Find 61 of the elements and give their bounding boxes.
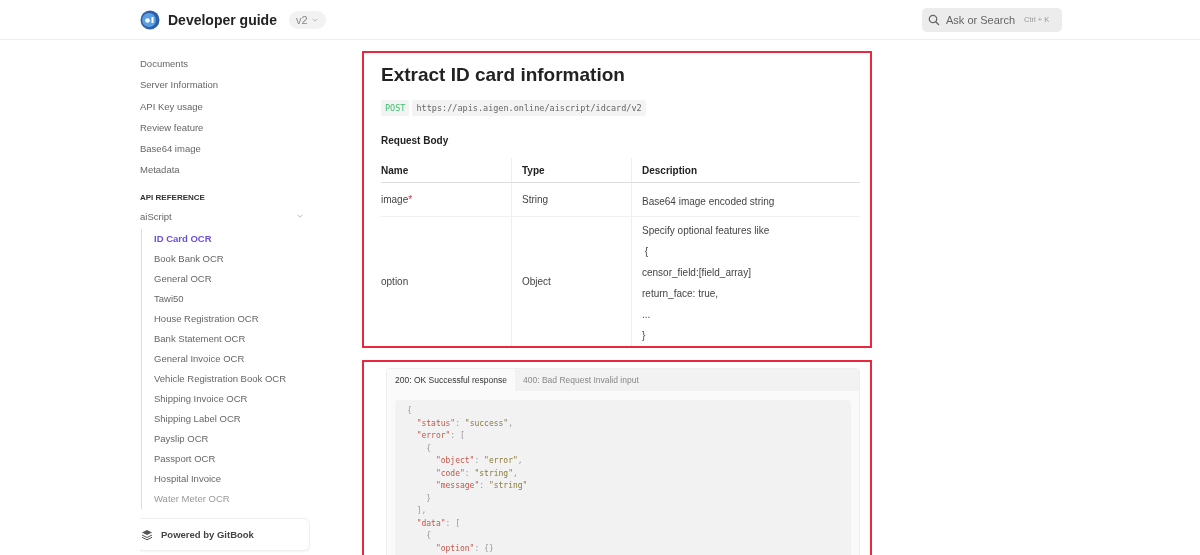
code-line: { bbox=[407, 405, 413, 417]
code-line: } bbox=[425, 492, 433, 505]
page-heading: Extract ID card information bbox=[381, 64, 626, 86]
response-tab[interactable]: 400: Bad Request Invalid input bbox=[515, 369, 647, 391]
table-cell: Object bbox=[511, 217, 631, 346]
sidebar-item[interactable]: ID Card OCR bbox=[154, 229, 310, 250]
code-line: "status": "success", bbox=[415, 417, 514, 430]
search-field[interactable]: Ask or Search bbox=[946, 10, 1018, 29]
sidebar-item[interactable]: Book Bank OCR bbox=[154, 249, 310, 270]
sidebar-item[interactable]: Passport OCR bbox=[154, 449, 310, 470]
code-line: { bbox=[425, 442, 433, 455]
sidebar-group[interactable]: aiScript bbox=[140, 205, 310, 228]
description-text: Specify optional features like bbox=[642, 224, 770, 238]
description-text: return_face: true, bbox=[642, 287, 719, 301]
sidebar-item[interactable]: Vehicle Registration Book OCR bbox=[154, 369, 310, 390]
code-line: { bbox=[425, 530, 433, 542]
stack-icon bbox=[141, 528, 153, 541]
code-line: "data": [ bbox=[415, 517, 461, 530]
sidebar-item[interactable]: Hospital Invoice bbox=[154, 469, 310, 490]
sidebar-item[interactable]: Shipping Invoice OCR bbox=[154, 389, 310, 410]
column-header: Description bbox=[631, 158, 860, 183]
sidebar-item[interactable]: Payslip OCR bbox=[154, 429, 310, 450]
code-line: "option": {} bbox=[434, 542, 495, 555]
chevron-icon bbox=[296, 212, 304, 221]
sidebar-item[interactable]: Server Information bbox=[140, 74, 310, 96]
search-icon bbox=[928, 13, 940, 26]
description-text: } bbox=[642, 329, 646, 343]
method-badge: POST bbox=[381, 100, 410, 116]
sidebar-item[interactable]: General Invoice OCR bbox=[154, 349, 310, 370]
code-line: "object": "error", bbox=[434, 455, 524, 467]
sidebar-item[interactable]: Shipping Label OCR bbox=[154, 409, 310, 430]
section-heading: API REFERENCE bbox=[140, 191, 206, 204]
section-title: Request Body bbox=[381, 135, 450, 146]
sidebar-item[interactable]: API Key usage bbox=[140, 95, 310, 117]
table-cell: option bbox=[381, 217, 511, 346]
sidebar-item[interactable]: Tawi50 bbox=[154, 289, 310, 310]
sidebar-item[interactable]: Metadata bbox=[140, 159, 310, 181]
code-line: ], bbox=[415, 505, 428, 517]
sidebar-item[interactable]: General OCR bbox=[154, 269, 310, 290]
column-header: Name bbox=[381, 158, 511, 183]
response-tab[interactable]: 200: OK Successful response bbox=[387, 369, 515, 391]
table-cell: String bbox=[511, 183, 631, 217]
sidebar-item[interactable]: Base64 image bbox=[140, 138, 310, 160]
description-text: censor_field:[field_array] bbox=[642, 266, 751, 280]
description-text: ... bbox=[642, 308, 651, 322]
endpoint-url: https://apis.aigen.online/aiscript/idcard/v2 bbox=[412, 100, 646, 116]
sidebar-item[interactable]: Review feature bbox=[140, 116, 310, 139]
logo-icon[interactable] bbox=[140, 9, 160, 30]
code-line: "message": "string" bbox=[434, 480, 529, 492]
code-line: "error": [ bbox=[415, 430, 466, 442]
description-text: Base64 image encoded string bbox=[642, 194, 775, 209]
powered-by-badge[interactable]: Powered by GitBook bbox=[140, 518, 310, 551]
version-dropdown[interactable]: v2 bbox=[288, 10, 326, 29]
description-text: { bbox=[643, 245, 649, 259]
sidebar-item[interactable]: Bank Statement OCR bbox=[154, 329, 310, 350]
sidebar-item[interactable]: House Registration OCR bbox=[154, 309, 310, 330]
code-line: "code": "string", bbox=[434, 467, 519, 480]
column-header: Type bbox=[511, 158, 631, 183]
table-cell: image* bbox=[381, 183, 511, 217]
site-title[interactable]: Developer guide bbox=[168, 11, 277, 28]
sidebar-item[interactable]: Documents bbox=[140, 53, 310, 75]
